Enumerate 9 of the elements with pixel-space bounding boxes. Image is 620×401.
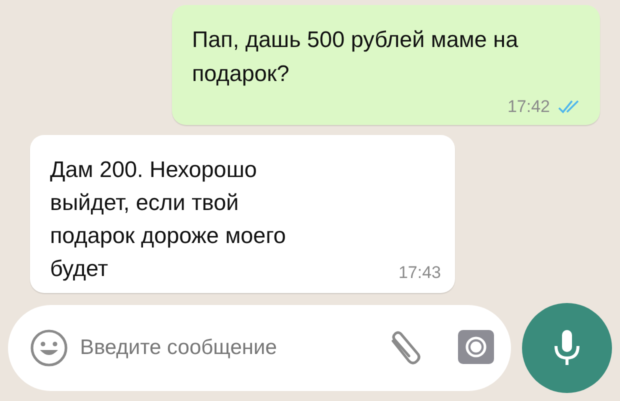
message-input[interactable]: Введите сообщение [78, 335, 375, 361]
microphone-icon [552, 328, 582, 368]
emoji-icon[interactable] [30, 329, 68, 367]
message-time: 17:43 [398, 263, 441, 283]
camera-icon[interactable] [457, 329, 495, 367]
message-time: 17:42 [507, 97, 550, 117]
message-text: Пап, дашь 500 рублей маме на подарок? [192, 26, 520, 88]
message-text: Дам 200. Нехорошо выйдет, если твой подарок дороже моего будет [50, 156, 287, 283]
message-field[interactable]: Введите сообщение [8, 305, 511, 391]
